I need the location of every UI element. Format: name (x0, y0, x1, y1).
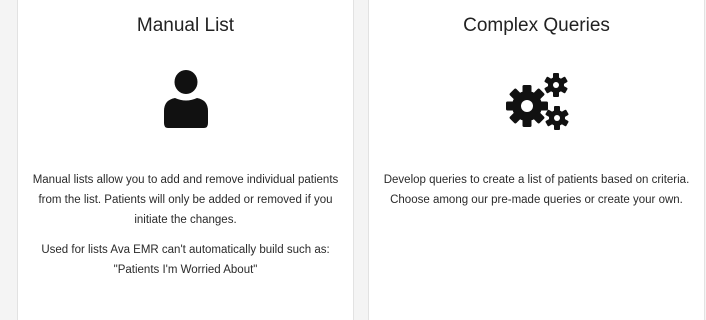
manual-list-note: Used for lists Ava EMR can't automatical… (41, 244, 330, 276)
manual-list-description: Manual lists allow you to add and remove… (32, 174, 339, 226)
list-type-chooser: Manual List Manual lists allow you to ad… (0, 0, 706, 320)
complex-queries-card[interactable]: Complex Queries Develop queries to creat… (368, 0, 705, 320)
manual-list-title: Manual List (136, 15, 235, 36)
manual-list-card[interactable]: Manual List Manual lists allow you to ad… (17, 0, 354, 320)
complex-queries-description: Develop queries to create a list of pati… (383, 174, 690, 206)
user-icon (163, 70, 208, 128)
complex-queries-title: Complex Queries (463, 15, 610, 36)
gears-icon (505, 73, 569, 130)
